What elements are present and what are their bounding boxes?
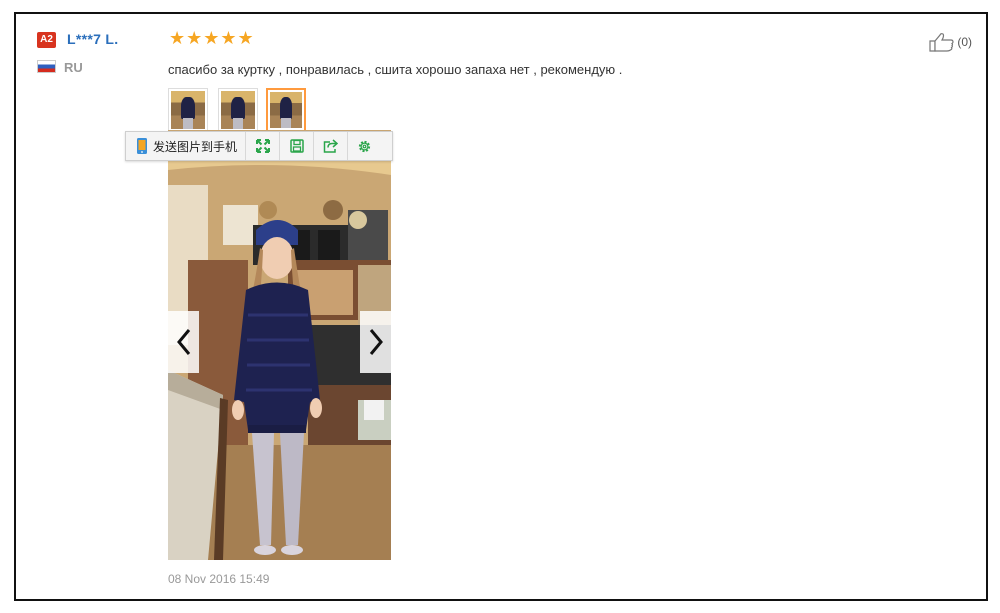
fullscreen-icon <box>255 139 270 153</box>
buyer-level-badge: A2 <box>37 32 56 48</box>
review-photo-image <box>168 130 391 560</box>
review-card: A2 L***7 L. RU ★★★★★ (0) спасибо за курт… <box>14 12 988 601</box>
settings-button[interactable] <box>348 132 381 160</box>
image-toolbar: 发送图片到手机 <box>125 131 393 161</box>
previous-photo-button[interactable] <box>168 311 199 373</box>
share-icon <box>323 139 339 153</box>
reviewer-name[interactable]: L***7 L. <box>67 31 118 47</box>
send-to-phone-button[interactable]: 发送图片到手机 <box>126 132 247 160</box>
chevron-left-icon <box>176 329 190 355</box>
rating-stars: ★★★★★ <box>169 28 255 48</box>
save-image-button[interactable] <box>280 132 315 160</box>
review-photo-large[interactable] <box>168 130 391 560</box>
review-photo-thumbnail-active[interactable] <box>266 88 306 132</box>
reviewer-country: RU <box>64 60 83 75</box>
helpful-button[interactable]: (0) <box>929 32 972 52</box>
phone-icon <box>137 138 147 154</box>
review-photo-thumbnail[interactable] <box>168 88 208 132</box>
fullscreen-button[interactable] <box>246 132 281 160</box>
send-to-phone-label: 发送图片到手机 <box>153 139 238 154</box>
helpful-count: (0) <box>957 35 972 49</box>
country-flag-icon <box>37 60 56 73</box>
review-text: спасибо за куртку , понравилась , сшита … <box>168 62 623 77</box>
review-photo-thumbnail[interactable] <box>218 88 258 132</box>
save-icon <box>289 139 304 153</box>
next-photo-button[interactable] <box>360 311 391 373</box>
review-date: 08 Nov 2016 15:49 <box>168 572 270 586</box>
settings-icon <box>358 140 371 152</box>
thumbs-up-icon <box>929 33 954 52</box>
chevron-right-icon <box>369 329 383 355</box>
share-image-button[interactable] <box>314 132 349 160</box>
